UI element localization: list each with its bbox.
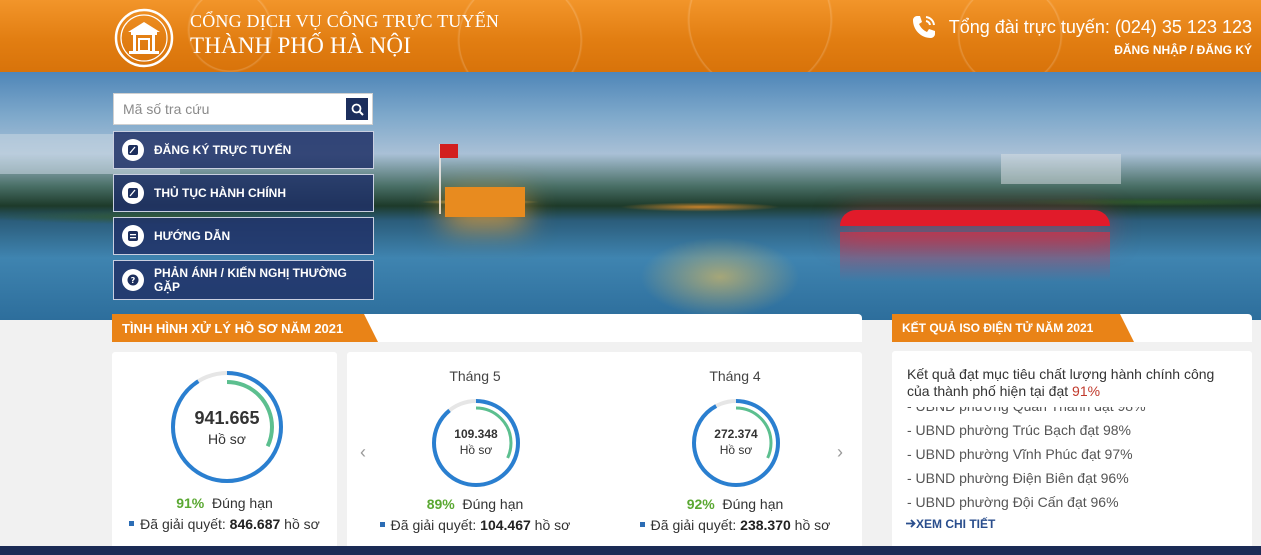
resolved-count: 846.687	[229, 516, 281, 532]
hotline: Tổng đài trực tuyến: (024) 35 123 123	[909, 12, 1252, 42]
ontime-percent: 89%	[426, 496, 455, 512]
resolved-count: 238.370	[740, 517, 791, 533]
month-panel-4: Tháng 4 272.374 Hồ sơ 92% Đúng hạn Đã gi…	[615, 352, 855, 548]
resolved-unit: hồ sơ	[534, 517, 571, 533]
hanoi-logo-icon[interactable]	[114, 8, 174, 68]
arrow-right-icon	[906, 519, 916, 528]
list-item: - UBND phường Đội Cấn đạt 96%	[907, 494, 1119, 510]
list-item: - UBND phường Quán Thánh đạt 98%	[907, 407, 1237, 418]
ontime-label: Đúng hạn	[212, 495, 273, 511]
view-detail-label: XEM CHI TIẾT	[916, 517, 996, 531]
month-count: 109.348	[454, 427, 498, 441]
menu-label: ĐĂNG KÝ TRỰC TUYẾN	[154, 143, 292, 157]
hero-pavilion	[445, 187, 525, 217]
month-title: Tháng 4	[709, 368, 761, 384]
brand-line1: CỔNG DỊCH VỤ CÔNG TRỰC TUYẾN	[190, 11, 500, 31]
month-title: Tháng 5	[449, 368, 501, 384]
month-ring-text: 272.374 Hồ sơ	[691, 427, 781, 457]
menu-dang-ky-truc-tuyen[interactable]: ĐĂNG KÝ TRỰC TUYẾN	[113, 131, 374, 169]
hero-bridge-reflection	[840, 232, 1110, 282]
footer-bar	[0, 546, 1261, 555]
list-item: - UBND phường Vĩnh Phúc đạt 97%	[907, 446, 1133, 462]
resolved-label: Đã giải quyết:	[650, 517, 737, 533]
login-link[interactable]: ĐĂNG NHẬP	[1114, 43, 1186, 57]
header: CỔNG DỊCH VỤ CÔNG TRỰC TUYẾN THÀNH PHỐ H…	[0, 0, 1261, 72]
resolved-label: Đã giải quyết:	[390, 517, 477, 533]
menu-label: HƯỚNG DẪN	[154, 229, 231, 243]
total-ring-text: 941.665 Hồ sơ	[170, 408, 284, 447]
phone-icon	[912, 16, 935, 38]
ontime-label: Đúng hạn	[722, 496, 784, 512]
stats-section-header: TÌNH HÌNH XỬ LÝ HỒ SƠ NĂM 2021	[112, 314, 862, 342]
svg-text:?: ?	[131, 276, 136, 285]
menu-huong-dan[interactable]: HƯỚNG DẪN	[113, 217, 374, 255]
resolved-label: Đã giải quyết:	[140, 516, 226, 532]
month-resolved: Đã giải quyết: 238.370 hồ sơ	[615, 517, 855, 533]
hero-glow	[640, 237, 800, 317]
total-unit: Hồ sơ	[208, 431, 246, 447]
total-resolved: Đã giải quyết: 846.687 hồ sơ	[112, 516, 337, 532]
search-input[interactable]	[114, 94, 346, 124]
total-stats-card: 941.665 Hồ sơ 91% Đúng hạn Đã giải quyết…	[112, 352, 337, 548]
list-item: - UBND phường Trúc Bạch đạt 98%	[907, 422, 1131, 438]
resolved-unit: hồ sơ	[794, 517, 831, 533]
view-detail-link[interactable]: XEM CHI TIẾT	[906, 517, 995, 531]
iso-section-title: KẾT QUẢ ISO ĐIỆN TỬ NĂM 2021	[892, 314, 1134, 342]
stats-section-title: TÌNH HÌNH XỬ LÝ HỒ SƠ NĂM 2021	[112, 314, 378, 342]
menu-thu-tuc-hanh-chinh[interactable]: THỦ TỤC HÀNH CHÍNH	[113, 174, 374, 212]
resolved-unit: hồ sơ	[284, 516, 320, 532]
bullet-dot	[379, 522, 385, 527]
hotline-text: Tổng đài trực tuyến: (024) 35 123 123	[948, 16, 1252, 37]
iso-description: Kết quả đạt mục tiêu chất lượng hành chí…	[907, 366, 1237, 400]
bullet-dot	[129, 521, 135, 526]
iso-scroll-list[interactable]: - UBND phường Quán Thánh đạt 98% - UBND …	[907, 407, 1237, 512]
auth-links: ĐĂNG NHẬP / ĐĂNG KÝ	[1114, 43, 1252, 57]
edit-icon	[122, 182, 144, 204]
iso-desc-text: Kết quả đạt mục tiêu chất lượng hành chí…	[907, 366, 1215, 399]
monthly-stats-card: ‹ › Tháng 5 109.348 Hồ sơ 89% Đúng hạn Đ…	[347, 352, 862, 548]
register-link[interactable]: ĐĂNG KÝ	[1197, 43, 1252, 57]
month-ontime: 92% Đúng hạn	[615, 496, 855, 512]
search-button[interactable]	[346, 98, 368, 120]
ontime-percent: 91%	[176, 495, 205, 511]
iso-desc-percent: 91%	[1072, 383, 1101, 399]
month-unit: Hồ sơ	[719, 443, 753, 457]
hero-bridge	[840, 210, 1110, 226]
list-item: - UBND phường Điện Biên đạt 96%	[907, 470, 1129, 486]
month-ontime: 89% Đúng hạn	[355, 496, 595, 512]
question-icon: ?	[122, 269, 144, 291]
brand[interactable]: CỔNG DỊCH VỤ CÔNG TRỰC TUYẾN THÀNH PHỐ H…	[190, 11, 499, 59]
resolved-count: 104.467	[480, 517, 531, 533]
edit-icon	[122, 139, 144, 161]
menu-label: THỦ TỤC HÀNH CHÍNH	[154, 186, 286, 200]
month-panel-5: Tháng 5 109.348 Hồ sơ 89% Đúng hạn Đã gi…	[355, 352, 595, 548]
bullet-dot	[639, 522, 645, 527]
ontime-label: Đúng hạn	[462, 496, 524, 512]
total-count: 941.665	[194, 408, 260, 428]
month-unit: Hồ sơ	[459, 443, 493, 457]
hero-banner: ĐĂNG KÝ TRỰC TUYẾN THỦ TỤC HÀNH CHÍNH HƯ…	[0, 72, 1261, 320]
total-ontime: 91% Đúng hạn	[112, 495, 337, 511]
month-ring-text: 109.348 Hồ sơ	[431, 427, 521, 457]
auth-separator: /	[1186, 43, 1197, 57]
iso-section-header: KẾT QUẢ ISO ĐIỆN TỬ NĂM 2021	[892, 314, 1252, 342]
brand-line2: THÀNH PHỐ HÀ NỘI	[190, 33, 412, 58]
search-box	[113, 93, 373, 125]
month-resolved: Đã giải quyết: 104.467 hồ sơ	[355, 517, 595, 533]
guide-icon	[122, 225, 144, 247]
iso-results-card: Kết quả đạt mục tiêu chất lượng hành chí…	[892, 351, 1252, 548]
ontime-percent: 92%	[686, 496, 715, 512]
menu-label: PHẢN ÁNH / KIẾN NGHỊ THƯỜNG GẶP	[154, 266, 347, 294]
search-icon	[351, 103, 364, 116]
menu-phan-anh-kien-nghi[interactable]: ? PHẢN ÁNH / KIẾN NGHỊ THƯỜNG GẶP	[113, 260, 374, 300]
month-count: 272.374	[714, 427, 758, 441]
hero-flag	[440, 144, 458, 158]
